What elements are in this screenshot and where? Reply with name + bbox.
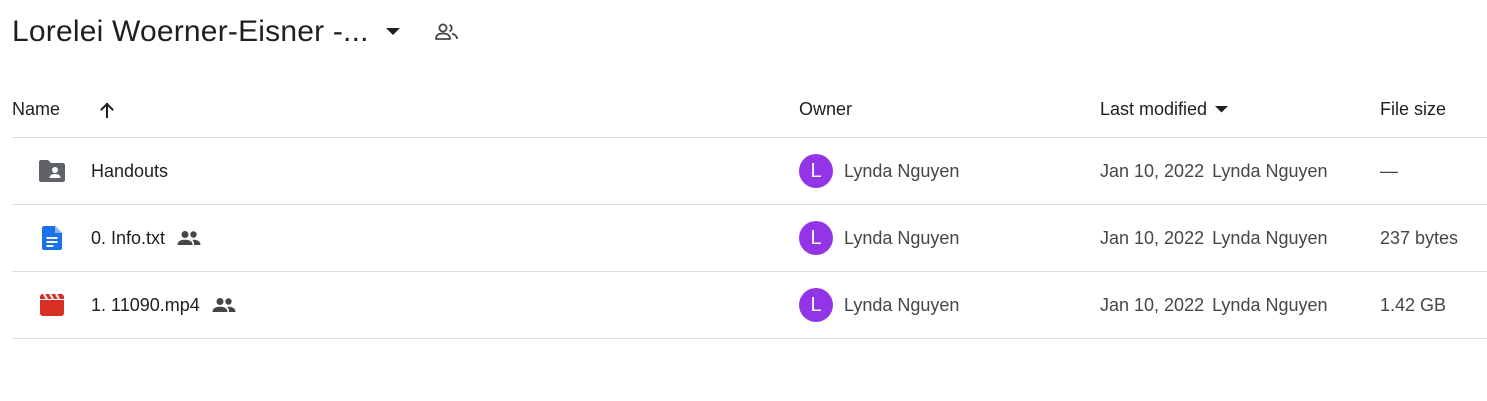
owner-cell: L Lynda Nguyen [799, 272, 959, 338]
arrow-upward-icon[interactable] [98, 82, 116, 137]
last-modified-cell: Jan 10, 2022 Lynda Nguyen [1100, 205, 1328, 271]
file-name[interactable]: 0. Info.txt [91, 205, 201, 271]
folder-title[interactable]: Lorelei Woerner-Eisner -... [12, 15, 369, 49]
file-name-label: 0. Info.txt [91, 227, 166, 248]
avatar: L [799, 288, 833, 322]
avatar: L [799, 221, 833, 255]
avatar: L [799, 154, 833, 188]
google-doc-icon [38, 205, 66, 271]
modified-by: Lynda Nguyen [1212, 160, 1328, 181]
table-row[interactable]: 0. Info.txt L Lynda Nguyen Jan 10, 2022 … [12, 205, 1487, 272]
file-size: 237 bytes [1380, 227, 1459, 248]
owner-name: Lynda Nguyen [844, 294, 960, 315]
owner-name: Lynda Nguyen [844, 227, 960, 248]
video-file-icon [38, 272, 66, 338]
arrow-drop-down-icon [1215, 106, 1229, 113]
column-header-name[interactable]: Name [12, 82, 60, 137]
arrow-drop-down-icon[interactable] [381, 20, 405, 44]
shared-people-icon [212, 297, 236, 313]
file-list: Name Owner Last modified File size Hando… [12, 82, 1487, 339]
column-header-file-size[interactable]: File size [1380, 82, 1446, 137]
file-name[interactable]: 1. 11090.mp4 [91, 272, 236, 338]
modified-by: Lynda Nguyen [1212, 294, 1328, 315]
file-size: 1.42 GB [1380, 294, 1447, 315]
folder-header: Lorelei Woerner-Eisner -... [12, 8, 459, 56]
column-header-row: Name Owner Last modified File size [12, 82, 1487, 138]
owner-cell: L Lynda Nguyen [799, 138, 959, 204]
modified-date: Jan 10, 2022 [1100, 160, 1205, 181]
owner-name: Lynda Nguyen [844, 160, 960, 181]
column-header-last-modified[interactable]: Last modified [1100, 82, 1229, 137]
shared-folder-icon [38, 138, 66, 204]
column-header-last-modified-label: Last modified [1100, 99, 1208, 119]
modified-date: Jan 10, 2022 [1100, 227, 1205, 248]
last-modified-cell: Jan 10, 2022 Lynda Nguyen [1100, 272, 1328, 338]
owner-cell: L Lynda Nguyen [799, 205, 959, 271]
column-header-owner[interactable]: Owner [799, 82, 852, 137]
file-name-label: 1. 11090.mp4 [91, 294, 200, 315]
modified-by: Lynda Nguyen [1212, 227, 1328, 248]
last-modified-cell: Jan 10, 2022 Lynda Nguyen [1100, 138, 1328, 204]
file-name[interactable]: Handouts [91, 138, 168, 204]
people-outline-icon[interactable] [434, 20, 459, 44]
drive-folder-view: Lorelei Woerner-Eisner -... Name Owner L… [0, 0, 1487, 401]
file-name-label: Handouts [91, 160, 169, 181]
file-size: — [1380, 160, 1398, 181]
modified-date: Jan 10, 2022 [1100, 294, 1205, 315]
shared-people-icon [177, 230, 201, 246]
table-row[interactable]: Handouts L Lynda Nguyen Jan 10, 2022 Lyn… [12, 138, 1487, 205]
table-row[interactable]: 1. 11090.mp4 L Lynda Nguyen Jan 10, 2022… [12, 272, 1487, 339]
